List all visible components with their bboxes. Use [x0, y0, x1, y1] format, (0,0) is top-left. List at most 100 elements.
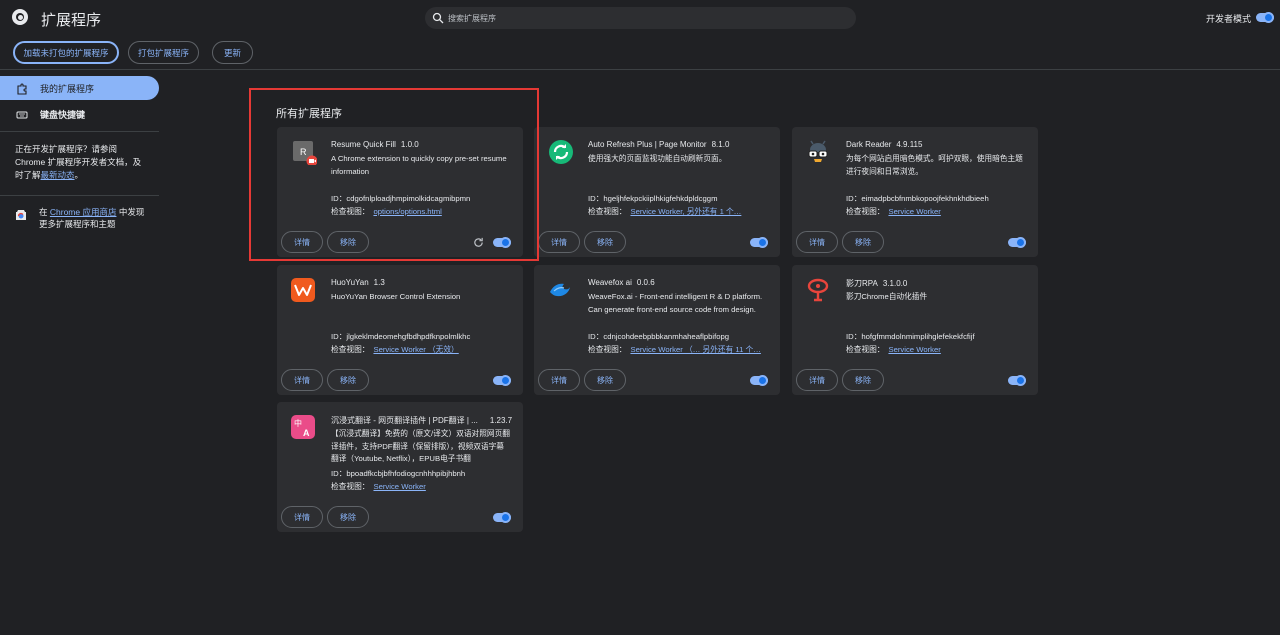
web-store-text: 在 Chrome 应用商店 中发现更多扩展程序和主题	[39, 206, 149, 230]
extension-card-yingdao-rpa: 影刀RPA 3.1.0.0 影刀Chrome自动化插件 ID：hofgfmmdol…	[792, 265, 1038, 395]
extension-id: ID：hofgfmmdolnmimplihglefekekfcfijf	[846, 332, 975, 341]
extension-version: 8.1.0	[711, 140, 730, 149]
inspect-views-line: 检查视图： Service Worker	[846, 206, 941, 217]
extension-card-auto-refresh-plus: Auto Refresh Plus | Page Monitor 8.1.0 使用…	[534, 127, 780, 257]
sidebar-divider	[0, 131, 159, 132]
extension-name: 影刀RPA	[846, 279, 878, 288]
dev-docs-text-end: 。	[74, 170, 84, 180]
weavefox-icon	[550, 283, 570, 297]
enable-toggle[interactable]	[750, 237, 768, 248]
inspect-label: 检查视图：	[846, 345, 885, 354]
sidebar-item-my-extensions[interactable]: 我的扩展程序	[16, 82, 94, 95]
extension-id: ID：hgeljhfekpckiiplhkigfehkdpldcggm	[588, 194, 718, 203]
inspect-views-line: 检查视图： Service Worker, 另外还有 1 个…	[588, 206, 741, 217]
inspect-view-link[interactable]: Service Worker, 另外还有 1 个…	[630, 207, 741, 216]
inspect-view-link[interactable]: Service Worker	[888, 207, 940, 216]
extension-name-line: 影刀RPA 3.1.0.0	[846, 278, 1031, 289]
web-store-row: 在 Chrome 应用商店 中发现更多扩展程序和主题	[15, 206, 149, 230]
sidebar-item-label: 我的扩展程序	[40, 84, 95, 94]
dev-docs-text: 正在开发扩展程序？请参阅 Chrome 扩展程序开发者文档，及时了解最新动态。	[15, 143, 145, 182]
keyboard-icon	[16, 111, 28, 118]
inspect-view-link[interactable]: Service Worker	[373, 482, 425, 491]
inspect-view-link[interactable]: Service Worker	[888, 345, 940, 354]
toolbar-divider	[0, 69, 1280, 70]
page-title: 扩展程序	[41, 12, 102, 29]
details-button[interactable]: 详情	[538, 369, 580, 391]
enable-toggle[interactable]	[493, 512, 511, 523]
sidebar-item-keyboard-shortcuts[interactable]: 键盘快捷键	[16, 108, 85, 121]
extension-card-huoyuyan: HuoYuYan 1.3 HuoYuYan Browser Control Ext…	[277, 265, 523, 395]
extension-description: HuoYuYan Browser Control Extension	[331, 292, 461, 301]
enable-toggle[interactable]	[1008, 375, 1026, 386]
extension-id: ID：cdnjcohdeebpbbkanmhaheaflpbifopg	[588, 332, 730, 341]
details-button[interactable]: 详情	[281, 506, 323, 528]
huoyuyan-icon	[291, 278, 315, 302]
extension-name: Dark Reader	[846, 140, 892, 149]
sidebar-divider	[0, 195, 159, 196]
load-unpacked-button[interactable]: 加载未打包的扩展程序	[13, 41, 119, 64]
extension-id: ID：jlgkeklmdeomehgfbdhpdfknpolmlkhc	[331, 332, 471, 341]
inspect-label: 检查视图：	[846, 207, 885, 216]
inspect-label: 检查视图：	[331, 482, 370, 491]
remove-button[interactable]: 移除	[842, 369, 884, 391]
latest-news-link[interactable]: 最新动态	[41, 170, 75, 180]
extension-version: 4.9.115	[896, 140, 923, 149]
inspect-label: 检查视图：	[588, 345, 627, 354]
search-input[interactable]	[448, 13, 828, 23]
remove-button[interactable]: 移除	[584, 231, 626, 253]
header: 扩展程序 开发者模式	[0, 0, 1280, 36]
details-button[interactable]: 详情	[796, 231, 838, 253]
extension-id: ID：eimadpbcbfnmbkopoojfekhnkhdbieeh	[846, 194, 989, 203]
remove-button[interactable]: 移除	[584, 369, 626, 391]
dark-reader-icon	[808, 140, 828, 162]
extension-name: HuoYuYan	[331, 278, 369, 287]
yingdao-icon	[807, 278, 829, 302]
search-icon	[432, 12, 444, 24]
web-store-link[interactable]: Chrome 应用商店	[50, 207, 117, 217]
pack-extension-button[interactable]: 打包扩展程序	[128, 41, 199, 64]
remove-button[interactable]: 移除	[842, 231, 884, 253]
extension-description: 【沉浸式翻译】免费的（原文/译文）双语对照网页翻译插件，支持PDF翻译（保留排版…	[331, 429, 510, 463]
extension-name-line: Dark Reader 4.9.115	[846, 140, 1031, 149]
details-button[interactable]: 详情	[796, 369, 838, 391]
extension-description: WeaveFox.ai - Front-end intelligent R & …	[588, 292, 763, 314]
web-store-icon	[16, 210, 26, 220]
dev-mode-toggle[interactable]	[1256, 12, 1274, 23]
inspect-view-link[interactable]: Service Worker （无效）	[373, 345, 458, 354]
extension-card-dark-reader: Dark Reader 4.9.115 为每个网站启用暗色模式。呵护双眼，使用暗色…	[792, 127, 1038, 257]
extension-name: Auto Refresh Plus | Page Monitor	[588, 140, 707, 149]
extension-card-weavefox: Weavefox ai 0.0.6 WeaveFox.ai - Front-end…	[534, 265, 780, 395]
inspect-label: 检查视图：	[588, 207, 627, 216]
enable-toggle[interactable]	[750, 375, 768, 386]
enable-toggle[interactable]	[493, 375, 511, 386]
inspect-views-line: 检查视图： Service Worker （无效）	[331, 344, 459, 355]
extension-description: 影刀Chrome自动化插件	[846, 292, 928, 301]
dev-mode-label: 开发者模式	[1206, 14, 1252, 24]
extension-version: 0.0.6	[636, 278, 655, 287]
remove-button[interactable]: 移除	[327, 369, 369, 391]
inspect-label: 检查视图：	[331, 345, 370, 354]
inspect-views-line: 检查视图： Service Worker	[331, 481, 426, 492]
highlight-box	[249, 88, 539, 261]
enable-toggle[interactable]	[1008, 237, 1026, 248]
refresh-green-icon	[549, 140, 573, 164]
details-button[interactable]: 详情	[281, 369, 323, 391]
svg-text:A: A	[303, 428, 310, 438]
extension-name-line: Auto Refresh Plus | Page Monitor 8.1.0	[588, 140, 773, 149]
immersive-translate-icon: 中A	[291, 415, 315, 439]
extension-name-line: 沉浸式翻译 - 网页翻译插件 | PDF翻译 | ... 1.23.7	[331, 415, 516, 426]
extension-version: 1.3	[373, 278, 385, 287]
inspect-view-link[interactable]: Service Worker （… 另外还有 11 个…	[630, 345, 760, 354]
extension-description: 为每个网站启用暗色模式。呵护双眼，使用暗色主题进行夜间和日常浏览。	[846, 154, 1023, 176]
chrome-logo-icon	[12, 9, 28, 25]
extension-name-line: HuoYuYan 1.3	[331, 278, 516, 287]
details-button[interactable]: 详情	[538, 231, 580, 253]
extension-name: Weavefox ai	[588, 278, 632, 287]
web-store-text-prefix: 在	[39, 207, 50, 217]
search-bar[interactable]	[425, 7, 856, 29]
remove-button[interactable]: 移除	[327, 506, 369, 528]
extension-id: ID：bpoadfkcbjbfhfodiogcnhhhpibjhbnh	[331, 469, 466, 478]
inspect-views-line: 检查视图： Service Worker （… 另外还有 11 个…	[588, 344, 761, 355]
extension-name: 沉浸式翻译 - 网页翻译插件 | PDF翻译 | ...	[331, 416, 478, 425]
update-button[interactable]: 更新	[212, 41, 253, 64]
